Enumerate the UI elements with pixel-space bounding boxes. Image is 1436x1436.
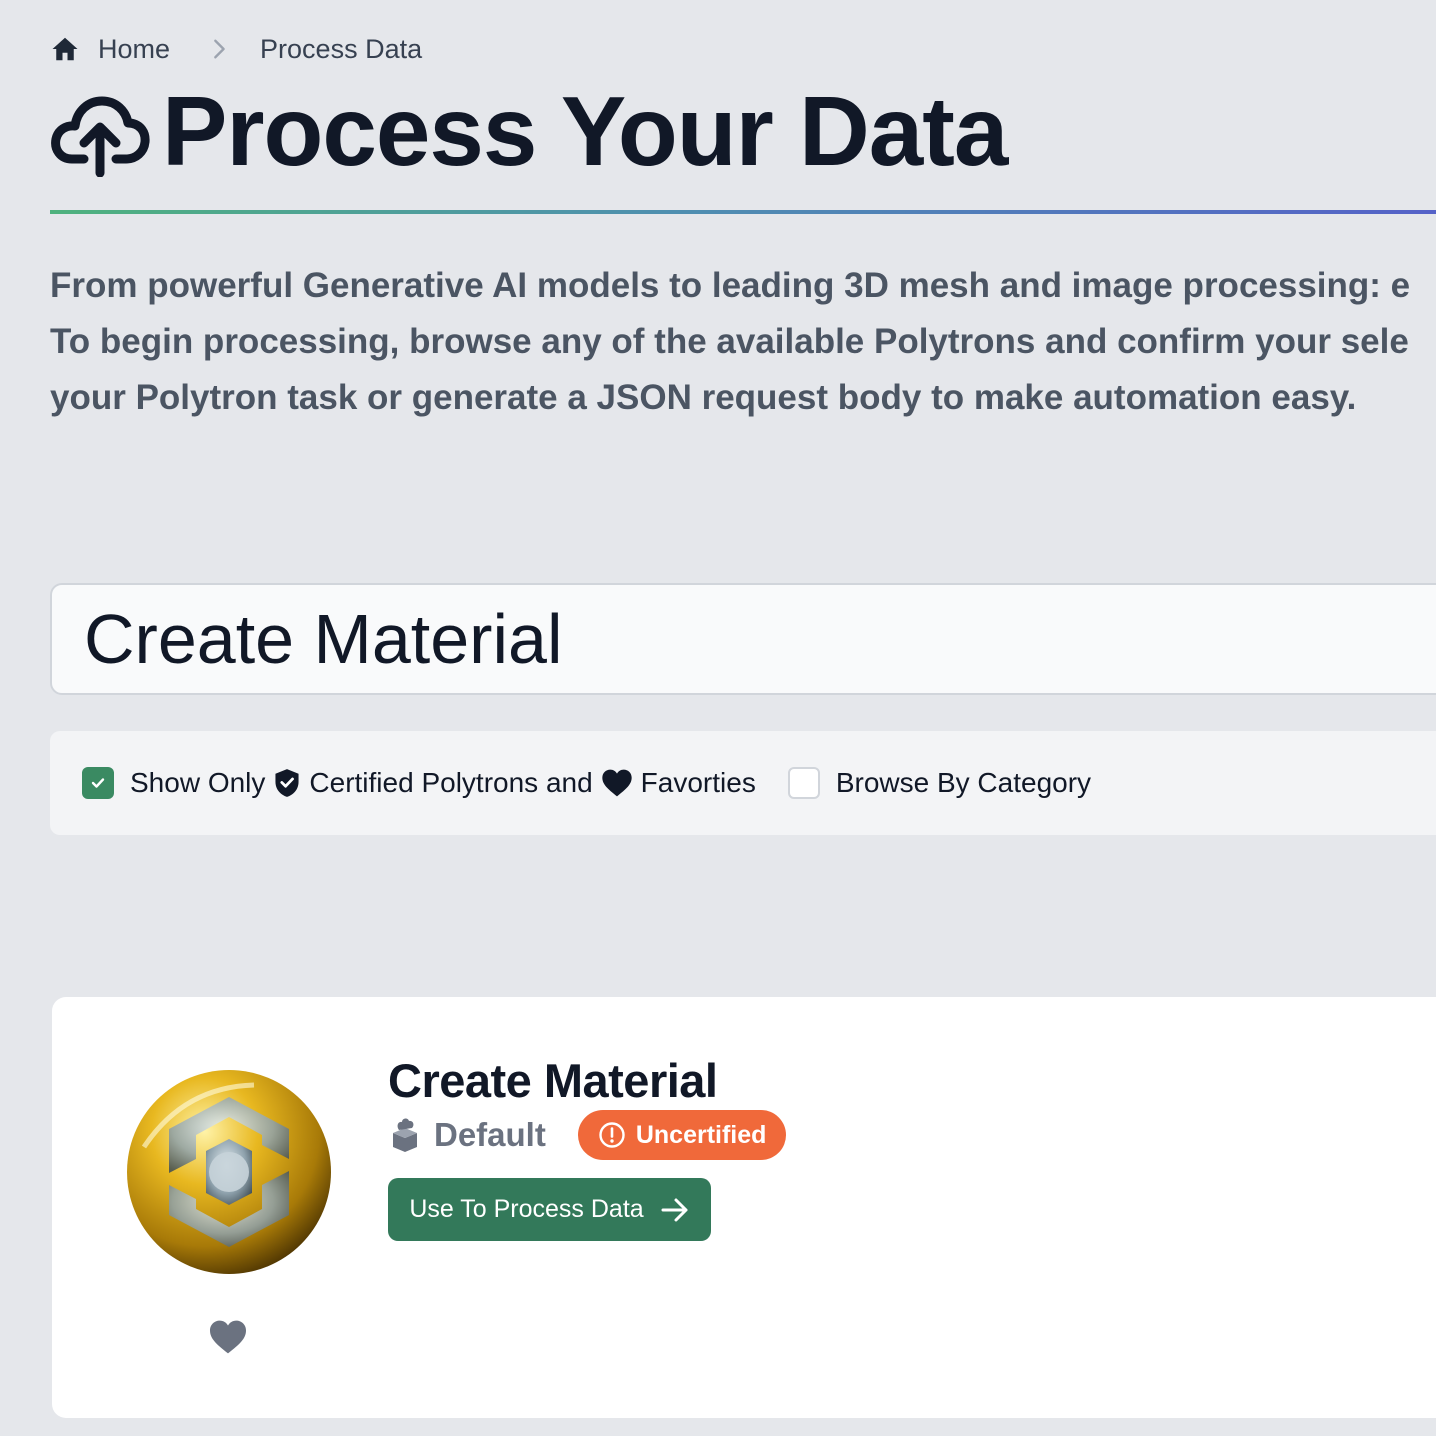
package-name: Default [434,1116,546,1153]
description-line-3: your Polytron task or generate a JSON re… [50,378,1357,417]
browse-category-checkbox[interactable] [787,767,820,799]
breadcrumb-home-label: Home [98,33,171,64]
arrow-right-icon [661,1198,688,1221]
search-box [50,583,1436,695]
page-header: Process Your Data [50,76,1008,186]
description-line-1: From powerful Generative AI models to le… [50,266,1411,305]
breadcrumb: Home Process Data [50,28,422,70]
heart-icon [602,769,632,797]
breadcrumb-current-label: Process Data [260,33,423,64]
show-only-checkbox[interactable] [82,767,114,799]
home-icon [52,37,78,61]
polytron-card: Create Material Default Uncertified Use … [52,997,1436,1418]
status-badge-label: Uncertified [635,1120,767,1149]
alert-circle-icon [599,1122,625,1148]
page-title: Process Your Data [162,76,1008,186]
description-line-2: To begin processing, browse any of the a… [50,322,1409,361]
check-icon [91,778,105,788]
package-icon [393,1118,417,1152]
polytron-title: Create Material [388,1054,718,1107]
page-description: From powerful Generative AI models to le… [50,258,1436,426]
breadcrumb-current[interactable]: Process Data [260,34,422,65]
title-divider [50,210,1436,214]
polytron-thumbnail [127,1070,331,1274]
favorites-label: Favorties [640,767,756,798]
favorite-heart-icon[interactable] [208,1319,248,1355]
use-to-process-data-button[interactable]: Use To Process Data [388,1178,711,1241]
breadcrumb-home-link[interactable]: Home [50,34,170,65]
cloud-upload-icon [51,96,150,177]
use-to-process-data-label: Use To Process Data [409,1195,644,1223]
shield-check-icon [275,769,299,797]
status-badge: Uncertified [577,1110,787,1160]
chevron-right-icon [214,39,225,59]
search-input[interactable] [84,585,1384,693]
filter-bar: Show Only Certified Polytrons and Favort… [50,731,1436,835]
show-only-label: Show Only [130,767,266,798]
certified-label: Certified Polytrons and [309,767,593,798]
browse-category-label: Browse By Category [835,767,1092,798]
polytron-meta: Default Uncertified [388,1110,787,1160]
